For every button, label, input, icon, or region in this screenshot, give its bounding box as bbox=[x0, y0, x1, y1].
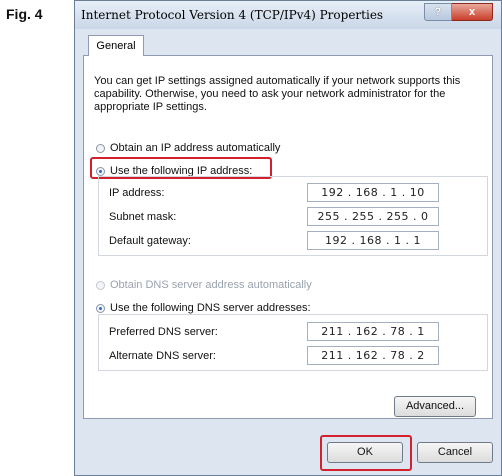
obtain-dns-auto-radio[interactable] bbox=[96, 280, 105, 290]
default-gateway-row: Default gateway: 192 . 168 . 1 . 1 bbox=[107, 230, 481, 252]
cancel-button[interactable]: Cancel bbox=[417, 442, 493, 463]
ip-address-label: IP address: bbox=[109, 187, 165, 199]
close-button[interactable]: x bbox=[452, 3, 493, 21]
dns-settings-group: Preferred DNS server: 211 . 162 . 78 . 1… bbox=[98, 314, 488, 371]
default-gateway-field[interactable]: 192 . 168 . 1 . 1 bbox=[307, 231, 439, 250]
ip-settings-group: IP address: 192 . 168 . 1 . 10 Subnet ma… bbox=[98, 176, 488, 256]
obtain-ip-auto-option[interactable]: Obtain an IP address automatically bbox=[96, 142, 280, 154]
alternate-dns-label: Alternate DNS server: bbox=[109, 350, 216, 362]
preferred-dns-field[interactable]: 211 . 162 . 78 . 1 bbox=[307, 322, 439, 341]
window-title: Internet Protocol Version 4 (TCP/IPv4) P… bbox=[81, 8, 384, 22]
use-dns-manual-option[interactable]: Use the following DNS server addresses: bbox=[96, 302, 311, 314]
alternate-dns-field[interactable]: 211 . 162 . 78 . 2 bbox=[307, 346, 439, 365]
help-button[interactable]: ? bbox=[424, 3, 452, 21]
subnet-mask-row: Subnet mask: 255 . 255 . 255 . 0 bbox=[107, 206, 481, 228]
obtain-dns-auto-option[interactable]: Obtain DNS server address automatically bbox=[96, 279, 312, 291]
ok-highlight bbox=[320, 435, 412, 471]
use-dns-manual-label: Use the following DNS server addresses: bbox=[110, 302, 311, 314]
subnet-mask-field[interactable]: 255 . 255 . 255 . 0 bbox=[307, 207, 439, 226]
default-gateway-label: Default gateway: bbox=[109, 235, 191, 247]
use-dns-manual-radio[interactable] bbox=[96, 303, 105, 313]
preferred-dns-row: Preferred DNS server: 211 . 162 . 78 . 1 bbox=[107, 321, 481, 343]
figure-label: Fig. 4 bbox=[6, 6, 43, 22]
description-text: You can get IP settings assigned automat… bbox=[94, 75, 461, 113]
obtain-ip-auto-label: Obtain an IP address automatically bbox=[110, 142, 281, 154]
obtain-ip-auto-radio[interactable] bbox=[96, 143, 105, 153]
tab-general[interactable]: General bbox=[88, 35, 144, 56]
subnet-mask-label: Subnet mask: bbox=[109, 211, 177, 223]
alternate-dns-row: Alternate DNS server: 211 . 162 . 78 . 2 bbox=[107, 345, 481, 367]
preferred-dns-label: Preferred DNS server: bbox=[109, 326, 218, 338]
advanced-button[interactable]: Advanced... bbox=[394, 396, 476, 417]
title-bar-buttons: ? x bbox=[424, 3, 493, 21]
ipv4-properties-dialog: Internet Protocol Version 4 (TCP/IPv4) P… bbox=[74, 0, 502, 476]
title-bar: Internet Protocol Version 4 (TCP/IPv4) P… bbox=[75, 1, 501, 29]
general-panel: You can get IP settings assigned automat… bbox=[83, 55, 493, 419]
ip-address-row: IP address: 192 . 168 . 1 . 10 bbox=[107, 182, 481, 204]
ip-address-field[interactable]: 192 . 168 . 1 . 10 bbox=[307, 183, 439, 202]
obtain-dns-auto-label: Obtain DNS server address automatically bbox=[110, 279, 312, 291]
